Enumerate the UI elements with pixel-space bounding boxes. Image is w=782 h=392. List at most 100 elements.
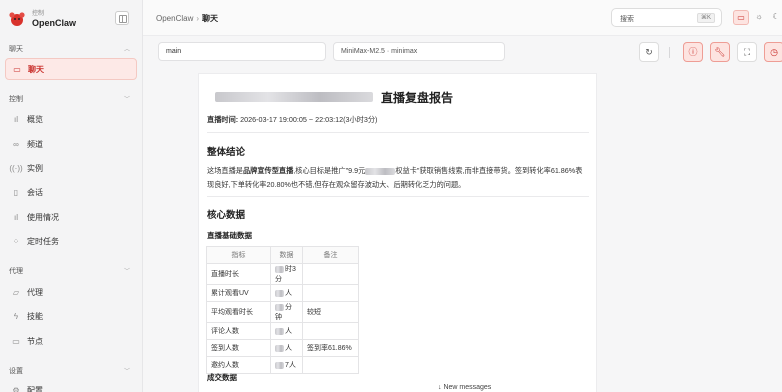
session-select[interactable]: main [158,42,326,61]
search-label: 搜索 [620,16,634,23]
sidebar-item-label: 会话 [27,187,43,197]
metric-cell: 签到人数 [206,339,271,357]
cron-toggle-button[interactable]: ◷ [764,42,782,62]
lobster-logo-icon [8,10,26,28]
metric-cell: 直播时长 [206,263,271,285]
chevron-up-icon[interactable]: ︿ [124,44,130,53]
redacted-text [215,92,373,102]
note-cell [302,263,359,285]
link-icon: ∞ [13,139,19,149]
redacted-text [275,289,284,297]
new-messages-label: New messages [443,384,492,391]
note-cell: 较短 [302,301,359,323]
new-messages-button[interactable]: ↓ New messages [438,384,491,391]
metric-cell: 评论人数 [206,322,271,340]
table-row: 累计观看UV 人 [206,284,359,302]
refresh-button[interactable]: ↻ [639,42,659,62]
theme-light-button[interactable]: ☼ [751,10,767,25]
summary-text: ,核心目标是推广"9.9元 [293,166,366,175]
summary-paragraph: 这场直播是品牌宣传型直播,核心目标是推广"9.9元 权益卡"获取销售线索,而非直接… [207,164,589,192]
value-text: 7人 [285,362,296,369]
sidebar-item-overview[interactable]: ıl 概览 [5,108,137,130]
thinking-toggle-button[interactable]: ⓘ [683,42,703,62]
sidebar-item-channels[interactable]: ∞ 频道 [5,133,137,155]
chevron-down-icon[interactable]: ﹀ [124,94,130,103]
brand[interactable]: 控制 OpenClaw [8,8,76,30]
summary-text: 这场直播是 [207,166,243,175]
section-control[interactable]: 控制 [9,94,23,104]
breadcrumb: OpenClaw › 聊天 [156,13,218,24]
moon-icon: ☾ [772,12,780,21]
brand-subtitle: 控制 [32,10,45,17]
redacted-text [365,167,396,175]
folder-icon: ▱ [12,287,20,297]
theme-system-button[interactable]: ▭ [733,10,749,25]
sidebar-item-agents[interactable]: ▱ 代理 [5,281,137,303]
document-icon: ▯ [13,187,19,197]
note-cell [302,356,359,374]
model-select[interactable]: MiniMax-M2.5 · minimax [333,42,505,61]
report-title: 直播复盘报告 [381,90,454,105]
column-header: 备注 [302,246,359,264]
value-text: 人 [285,345,292,352]
alert-circle-icon: ⓘ [688,47,698,57]
note-cell [302,284,359,302]
table-header-row: 指标 数据 备注 [206,246,359,264]
broadcast-icon: ((·)) [9,163,23,173]
section-chat[interactable]: 聊天 [9,44,23,54]
section-agents[interactable]: 代理 [9,266,23,276]
sidebar-item-label: 定时任务 [27,236,59,246]
table-row: 评论人数 人 [206,322,359,340]
section-settings[interactable]: 设置 [9,366,23,376]
subsection-heading-basic-data: 直播基础数据 [207,231,252,240]
tools-toggle-button[interactable]: 🔧︎ [710,42,730,62]
focus-mode-button[interactable]: ⛶ [737,42,757,62]
value-cell: 时3分 [270,263,303,285]
sidebar-item-config[interactable]: ⚙ 配置 [5,379,137,392]
value-cell: 7人 [270,356,303,374]
wrench-icon: 🔧︎ [714,47,726,57]
search-shortcut-badge: ⌘K [696,13,715,23]
message-icon: ▭ [13,64,21,74]
sidebar-item-sessions[interactable]: ▯ 会话 [5,181,137,203]
topbar: OpenClaw › 聊天 搜索 ⌘K ▭ ☼ ☾ [143,0,782,36]
sidebar-item-label: 实例 [27,163,43,173]
search-input[interactable]: 搜索 ⌘K [611,8,722,27]
subsection-heading-deals: 成交数据 [207,373,237,382]
value-cell: 人 [270,284,303,302]
loader-icon: ⁘ [12,236,20,246]
sidebar-item-label: 配置 [27,385,43,392]
sidebar-item-label: 概览 [27,114,43,124]
breadcrumb-root[interactable]: OpenClaw [156,14,193,23]
sidebar-item-cron[interactable]: ⁘ 定时任务 [5,230,137,252]
column-header: 指标 [206,246,271,264]
theme-dark-button[interactable]: ☾ [768,10,782,25]
sidebar-item-instances[interactable]: ((·)) 实例 [5,157,137,179]
value-text: 人 [285,328,292,335]
bar-chart-icon: ıl [14,212,18,222]
note-cell [302,322,359,340]
section-heading-core-data: 核心数据 [207,210,246,221]
sidebar-item-usage[interactable]: ıl 使用情况 [5,206,137,228]
sun-icon: ☼ [755,12,763,21]
divider [207,196,589,197]
metric-cell: 邀约人数 [206,356,271,374]
sidebar-collapse-button[interactable] [115,11,129,25]
sidebar-item-chat[interactable]: ▭ 聊天 [5,58,137,80]
value-cell: 人 [270,322,303,340]
sidebar-item-skills[interactable]: ϟ 技能 [5,305,137,327]
chevron-down-icon[interactable]: ﹀ [124,266,130,275]
arrow-down-icon: ↓ [438,384,442,391]
metric-cell: 累计观看UV [206,284,271,302]
redacted-text [275,344,284,352]
redacted-text [275,265,284,273]
chevron-down-icon[interactable]: ﹀ [124,366,130,375]
value-cell: 分钟 [270,301,303,323]
toolbar-divider [669,47,670,58]
broadcast-time: 直播时间: 2026-03-17 19:00:05 ~ 22:03:12(3小时… [207,115,377,125]
broadcast-time-label: 直播时间: [207,115,239,124]
sidebar-item-nodes[interactable]: ▭ 节点 [5,330,137,352]
section-heading-conclusion: 整体结论 [207,147,246,158]
breadcrumb-separator: › [196,14,200,23]
sidebar-item-label: 代理 [27,287,43,297]
